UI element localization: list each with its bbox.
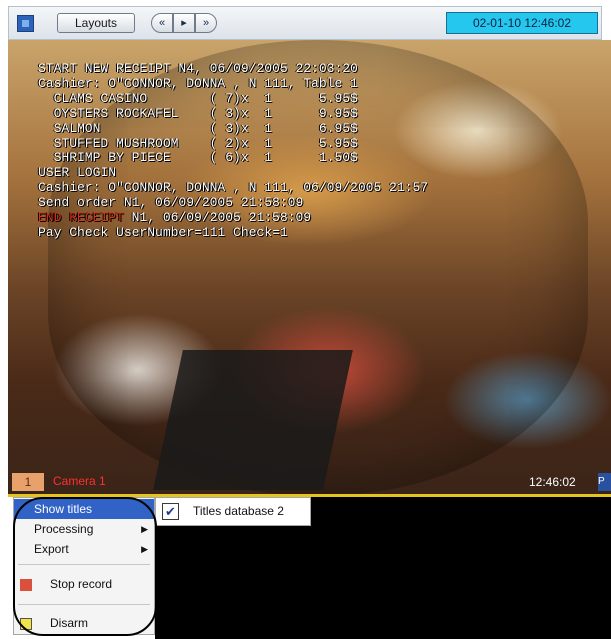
next-layout-button[interactable]: » xyxy=(195,13,217,33)
app-menu-icon[interactable] xyxy=(17,15,34,32)
receipt-line: CLAMS CASINO ( 7)x 1 5.95$ xyxy=(38,90,358,106)
receipt-line-end: END RECEIPT N1, 06/09/2005 21:58:09 xyxy=(38,210,428,226)
stop-record-icon xyxy=(20,579,32,591)
receipt-line: Cashier: O"CONNOR, DONNA , N 111, Table … xyxy=(38,75,358,91)
context-menu: Show titles Processing ▶ Export ▶ Stop rec… xyxy=(13,497,155,635)
menu-item-stop-record[interactable]: Stop record xyxy=(14,574,154,594)
receipt-line: Cashier: O"CONNOR, DONNA , N 111, 06/09/… xyxy=(38,180,429,196)
disarm-icon xyxy=(20,618,32,630)
menu-item-label: Show titles xyxy=(34,502,93,516)
playback-nav-group: « ▸ » xyxy=(151,13,217,33)
end-receipt-rest: N1, 06/09/2005 21:58:09 xyxy=(123,210,312,226)
receipt-line: SALMON ( 3)x 1 6.95$ xyxy=(38,120,358,136)
video-surveillance-window: Layouts « ▸ » 02-01-10 12:46:02 START NE… xyxy=(0,0,611,639)
menu-item-show-titles[interactable]: Show titles xyxy=(14,499,154,519)
show-titles-submenu: ✔ Titles database 2 xyxy=(155,497,311,526)
top-toolbar: Layouts « ▸ » 02-01-10 12:46:02 xyxy=(8,6,602,40)
prev-layout-button[interactable]: « xyxy=(151,13,173,33)
menu-separator xyxy=(18,564,150,565)
menu-separator xyxy=(18,604,150,605)
menu-item-label: Stop record xyxy=(50,577,113,591)
scene-table xyxy=(153,350,353,490)
camera-corner-badge: P xyxy=(598,473,611,491)
receipt-line: STUFFED MUSHROOM ( 2)x 1 5.95$ xyxy=(38,135,358,151)
pos-receipt-overlay: START NEW RECEIPT N4, 06/09/2005 22:03:2… xyxy=(38,61,429,241)
menu-item-processing[interactable]: Processing ▶ xyxy=(14,519,154,539)
receipt-line: Pay Check UserNumber=111 Check=1 xyxy=(38,224,288,240)
end-receipt-label: END RECEIPT xyxy=(38,210,124,226)
receipt-line: OYSTERS ROCKAFEL ( 3)x 1 9.95$ xyxy=(38,105,358,121)
receipt-line: Send order N1, 06/09/2005 21:58:09 xyxy=(38,195,304,211)
menu-item-label: Export xyxy=(34,542,69,556)
menu-item-export[interactable]: Export ▶ xyxy=(14,539,154,559)
menu-item-label: Processing xyxy=(34,522,94,536)
submenu-item-titles-database-2[interactable]: Titles database 2 xyxy=(193,504,284,518)
camera-number-badge: 1 xyxy=(12,473,44,491)
menu-item-disarm[interactable]: Disarm xyxy=(14,613,154,633)
camera-video-feed[interactable]: START NEW RECEIPT N4, 06/09/2005 22:03:2… xyxy=(8,40,611,496)
checkbox-checked-icon[interactable]: ✔ xyxy=(162,503,179,520)
menu-item-label: Disarm xyxy=(50,616,88,630)
submenu-arrow-icon: ▶ xyxy=(141,524,148,534)
play-icon[interactable]: ▸ xyxy=(173,13,195,33)
submenu-arrow-icon: ▶ xyxy=(141,544,148,554)
receipt-line: START NEW RECEIPT N4, 06/09/2005 22:03:2… xyxy=(38,61,358,76)
receipt-line: SHRIMP BY PIECE ( 6)x 1 1.50$ xyxy=(38,150,358,166)
date-time-display: 02-01-10 12:46:02 xyxy=(446,12,598,34)
receipt-line: USER LOGIN xyxy=(38,165,117,181)
layouts-button[interactable]: Layouts xyxy=(57,13,135,33)
camera-name-label: Camera 1 xyxy=(53,474,106,488)
camera-timestamp: 12:46:02 xyxy=(529,475,576,489)
